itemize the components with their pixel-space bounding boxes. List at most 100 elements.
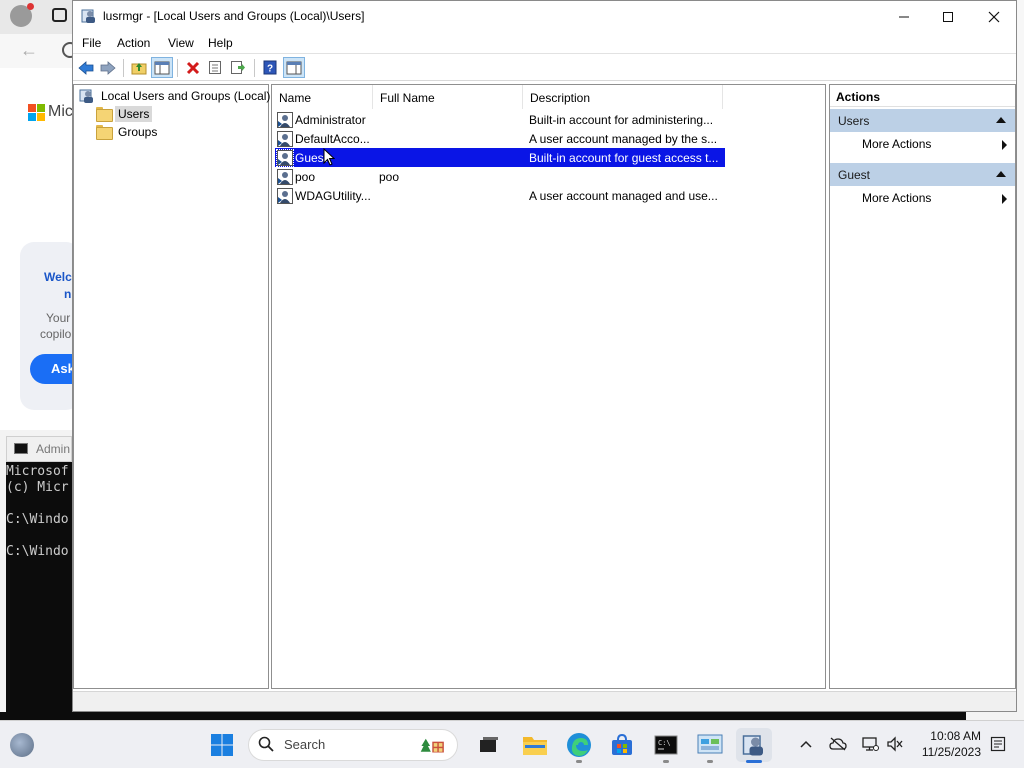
collapse-caret-icon[interactable] <box>996 117 1006 123</box>
clock-time[interactable]: 10:08 AM <box>925 729 981 743</box>
user-icon <box>277 112 293 128</box>
menu-help[interactable]: Help <box>208 36 233 50</box>
lusrmgr-taskbar-button[interactable] <box>741 732 767 758</box>
menu-action[interactable]: Action <box>117 36 150 50</box>
user-row-guest[interactable]: Guest Built-in account for guest access … <box>275 148 725 167</box>
toolbar-separator <box>177 59 178 77</box>
section-title: Guest <box>838 168 871 182</box>
search-icon <box>258 736 274 752</box>
show-hide-console-tree-button[interactable] <box>151 57 173 78</box>
back-button[interactable] <box>75 57 97 78</box>
lusrmgr-window: lusrmgr - [Local Users and Groups (Local… <box>72 0 1017 712</box>
user-row-administrator[interactable]: Administrator Built-in account for admin… <box>275 110 725 129</box>
tree-root[interactable]: Local Users and Groups (Local) <box>79 87 273 104</box>
users-mmc-icon <box>742 735 763 756</box>
show-hidden-icons-chevron-icon[interactable] <box>797 735 815 753</box>
profile-avatar[interactable] <box>10 3 34 27</box>
mouse-cursor-icon <box>323 148 335 166</box>
column-header-full-name[interactable]: Full Name <box>373 85 523 109</box>
up-folder-icon <box>131 62 147 74</box>
user-name: poo <box>295 170 316 184</box>
command-prompt-button[interactable]: C:\ <box>653 732 679 758</box>
status-bar <box>73 691 1016 711</box>
up-one-level-button[interactable] <box>128 57 150 78</box>
microsoft-brand-text: Mic <box>48 103 73 120</box>
close-icon <box>988 11 1000 22</box>
list-header: Name Full Name Description <box>272 85 825 109</box>
help-button[interactable]: ? <box>259 57 281 78</box>
network-icon[interactable] <box>861 735 879 753</box>
clock-date[interactable]: 11/25/2023 <box>915 745 981 759</box>
task-view-button[interactable] <box>476 732 502 758</box>
collapse-caret-icon[interactable] <box>996 171 1006 177</box>
forward-button[interactable] <box>97 57 119 78</box>
actions-section-guest[interactable]: Guest <box>830 163 1015 186</box>
toolbar-separator <box>123 59 124 77</box>
user-description: A user account managed by the s... <box>529 132 718 146</box>
actions-section-users[interactable]: Users <box>830 109 1015 132</box>
running-indicator <box>707 760 713 763</box>
column-header-name[interactable]: Name <box>272 85 373 109</box>
user-description: A user account managed and use... <box>529 189 718 203</box>
volume-muted-icon[interactable] <box>886 735 904 753</box>
search-highlight-icon <box>420 733 446 759</box>
user-name: WDAGUtility... <box>295 189 371 203</box>
notifications-icon[interactable] <box>989 735 1007 753</box>
onedrive-offline-icon[interactable] <box>829 735 847 753</box>
export-list-button[interactable] <box>227 57 249 78</box>
task-view-icon <box>480 737 498 752</box>
browser-back-icon[interactable]: ← <box>20 40 38 61</box>
cmd-title-text: Admin <box>36 442 71 456</box>
start-button[interactable] <box>209 732 235 758</box>
console-tree-pane[interactable]: Local Users and Groups (Local) Users Gro… <box>73 84 270 689</box>
guest-more-actions[interactable]: More Actions <box>830 188 1015 208</box>
users-groups-icon <box>79 89 93 103</box>
user-row-defaultaccount[interactable]: DefaultAcco... A user account managed by… <box>275 129 725 148</box>
show-hide-action-pane-button[interactable] <box>283 57 305 78</box>
minimize-button[interactable] <box>881 1 927 32</box>
export-list-icon <box>231 61 245 74</box>
back-arrow-icon <box>78 60 94 75</box>
action-label: More Actions <box>862 137 932 151</box>
column-header-description[interactable]: Description <box>523 85 723 109</box>
window-titlebar[interactable]: lusrmgr - [Local Users and Groups (Local… <box>73 1 1016 32</box>
user-row-wdagutility[interactable]: WDAGUtility... A user account managed an… <box>275 186 725 205</box>
control-panel-button[interactable] <box>697 732 723 758</box>
menu-file[interactable]: File <box>82 36 101 50</box>
welcome-text: Welc <box>44 270 72 284</box>
copilot-desc-1: Your <box>46 311 71 325</box>
help-icon: ? <box>263 60 277 75</box>
folder-icon <box>96 107 113 122</box>
users-mmc-icon <box>81 9 95 23</box>
edge-browser-button[interactable] <box>566 732 592 758</box>
tree-root-label: Local Users and Groups (Local) <box>101 88 271 103</box>
console-window-edge <box>0 712 966 720</box>
widgets-icon[interactable] <box>10 733 34 757</box>
menu-bar: File Action View Help <box>73 32 1016 54</box>
user-row-poo[interactable]: poo poo <box>275 167 725 186</box>
user-name: Administrator <box>295 113 366 127</box>
tab-actions-icon[interactable] <box>52 8 67 22</box>
tree-item-label: Groups <box>118 124 158 139</box>
user-description: Built-in account for administering... <box>529 113 714 127</box>
windows-logo-icon <box>211 734 233 756</box>
properties-button[interactable] <box>204 57 226 78</box>
window-title: lusrmgr - [Local Users and Groups (Local… <box>103 9 365 23</box>
maximize-button[interactable] <box>925 1 971 32</box>
cmd-console-output[interactable]: Microsof (c) Micr C:\Windo C:\Windo <box>6 462 72 722</box>
welcome-text-2: n <box>64 287 72 301</box>
file-explorer-button[interactable] <box>522 732 548 758</box>
delete-button[interactable] <box>182 57 204 78</box>
users-more-actions[interactable]: More Actions <box>830 134 1015 154</box>
microsoft-logo-icon <box>28 104 45 121</box>
microsoft-store-button[interactable] <box>609 732 635 758</box>
close-button[interactable] <box>971 1 1017 32</box>
menu-view[interactable]: View <box>168 36 194 50</box>
user-full-name: poo <box>379 170 400 184</box>
users-list-pane[interactable]: Name Full Name Description Administrator… <box>271 84 826 689</box>
running-indicator <box>663 760 669 763</box>
tree-item-users[interactable]: Users <box>96 105 153 122</box>
active-indicator <box>746 760 762 763</box>
forward-arrow-icon <box>100 60 116 75</box>
tree-item-groups[interactable]: Groups <box>96 123 160 140</box>
